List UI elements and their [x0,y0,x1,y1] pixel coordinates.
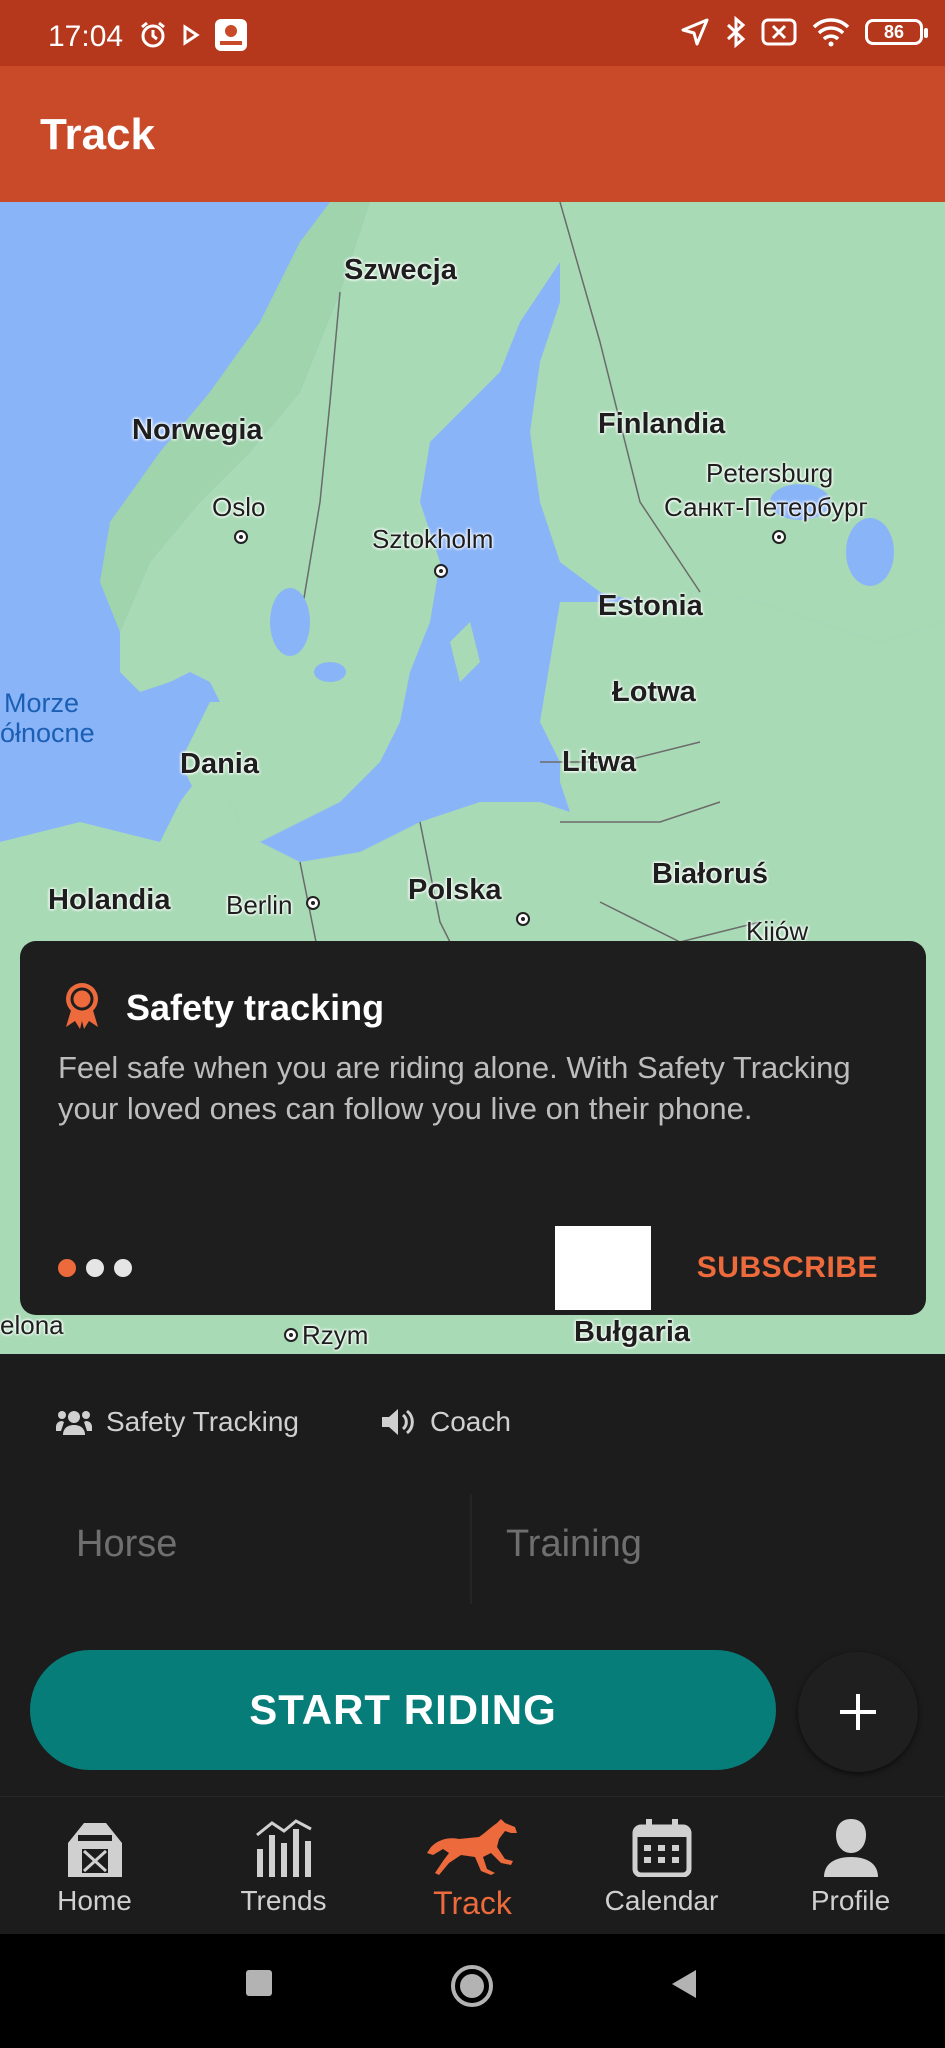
map-label-litwa: Litwa [562,746,637,778]
barn-icon [67,1823,122,1877]
home-circle-icon[interactable] [450,1964,494,2008]
nav-calendar[interactable]: Calendar [567,1803,756,1931]
nav-home-label: Home [57,1885,132,1916]
map-label-morze: Morze [4,688,80,718]
nav-track[interactable]: Track [378,1803,567,1931]
status-time: 17:04 [48,20,124,53]
bluetooth-icon [726,16,746,48]
plus-icon [840,1694,876,1730]
back-icon[interactable] [668,1968,698,2000]
page-indicator [58,1259,132,1277]
map-label-holandia: Holandia [48,884,171,916]
map-city-dot [516,912,530,926]
horse-icon [426,1819,517,1875]
nav-track-label: Track [433,1885,512,1921]
award-icon [66,983,98,1029]
people-icon [56,1411,92,1435]
map-label-dania: Dania [180,748,259,780]
safety-tracking-card: Safety tracking Feel safe when you are r… [20,941,926,1315]
play-icon [183,24,200,46]
map-label-berlin: Berlin [226,890,293,920]
chart-icon [255,1819,312,1877]
map-label-lotwa: Łotwa [612,676,696,708]
nav-profile-label: Profile [810,1885,891,1916]
alarm-icon [141,21,165,48]
promo-body: Feel safe when you are riding alone. Wit… [58,1050,851,1126]
map-label-sztokholm: Sztokholm [372,524,494,554]
nav-home[interactable]: Home [0,1803,189,1931]
training-selector[interactable]: Training [506,1484,926,1604]
promo-title: Safety tracking [126,987,385,1028]
battery-indicator: 86 [865,19,928,45]
map-city-dot [434,564,448,578]
image-placeholder [555,1226,651,1310]
coach-option[interactable]: Coach [380,1406,511,1438]
person-icon [823,1819,878,1877]
nav-trends[interactable]: Trends [189,1803,378,1931]
recents-icon[interactable] [244,1968,274,1998]
safety-tracking-option[interactable]: Safety Tracking [56,1406,299,1438]
page-dot [86,1259,104,1277]
nav-calendar-label: Calendar [604,1885,719,1916]
ride-setup-panel: Safety Tracking Coach Horse Training STA… [0,1354,945,1796]
speaker-icon [382,1409,414,1435]
coach-label: Coach [430,1406,511,1437]
map-label-petersburg-ru: Санкт-Петербург [664,492,868,522]
map-label-rzym: Rzym [302,1320,369,1350]
map-label-finlandia: Finlandia [598,408,726,440]
map-city-dot [234,530,248,544]
add-button[interactable] [798,1652,918,1772]
map-label-oslo: Oslo [212,492,266,522]
page-dot-active [58,1259,76,1277]
calendar-icon [632,1819,691,1877]
map-label-szwecja: Szwecja [344,254,457,286]
nav-profile[interactable]: Profile [756,1803,945,1931]
map-label-bialorus: Białoruś [652,858,769,890]
bottom-navigation: Home Trends Track Calendar Profile [0,1796,945,1934]
map-label-polska: Polska [408,874,502,906]
horse-selector[interactable]: Horse [76,1484,496,1604]
map-label-estonia: Estonia [598,590,703,622]
no-sim-icon [761,18,797,46]
start-riding-button[interactable]: START RIDING [30,1650,776,1770]
nav-trends-label: Trends [240,1885,327,1916]
wifi-icon [812,18,850,47]
system-navigation-bar [0,1934,945,2048]
app-notification-icon [215,19,247,51]
map-city-dot [306,896,320,910]
selector-divider [470,1494,472,1604]
page-title: Track [40,110,155,159]
subscribe-button[interactable]: SUBSCRIBE [697,1251,878,1285]
map-label-petersburg: Petersburg [706,458,834,488]
map-city-dot [284,1328,298,1342]
status-bar: 17:04 86 [0,0,945,66]
map-label-polnocne: ółnocne [0,718,95,748]
map-label-bulgaria: Bułgaria [574,1316,691,1348]
location-icon [681,18,709,46]
map-label-norwegia: Norwegia [132,414,263,446]
safety-tracking-label: Safety Tracking [106,1406,299,1437]
app-bar: Track [0,66,945,202]
page-dot [114,1259,132,1277]
map-city-dot [772,530,786,544]
